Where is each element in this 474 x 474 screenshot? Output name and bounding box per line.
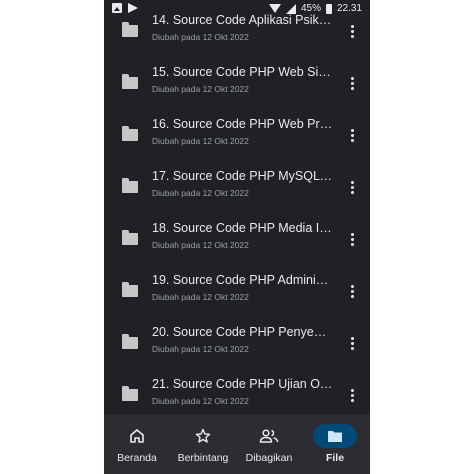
- nav-item-berbintang[interactable]: Berbintang: [170, 414, 236, 474]
- nav-label: Beranda: [117, 452, 157, 464]
- folder-icon: [313, 424, 357, 448]
- file-modified: Diubah pada 12 Okt 2022: [152, 188, 249, 198]
- folder-icon: [122, 386, 138, 401]
- more-options-icon[interactable]: [344, 281, 360, 301]
- more-options-icon[interactable]: [344, 21, 360, 41]
- folder-icon: [122, 22, 138, 37]
- home-icon: [115, 424, 159, 448]
- file-modified: Diubah pada 12 Okt 2022: [152, 136, 249, 146]
- file-name: 16. Source Code PHP Web Profil Sekolah: [152, 117, 334, 131]
- nav-item-dibagikan[interactable]: Dibagikan: [236, 414, 302, 474]
- folder-icon: [122, 178, 138, 193]
- status-bar: 45% 22.31: [104, 0, 370, 18]
- folder-icon: [122, 282, 138, 297]
- more-options-icon[interactable]: [344, 177, 360, 197]
- file-modified: Diubah pada 12 Okt 2022: [152, 240, 249, 250]
- folder-icon: [122, 74, 138, 89]
- nav-label: Dibagikan: [245, 452, 293, 464]
- folder-icon: [122, 230, 138, 245]
- nav-item-beranda[interactable]: Beranda: [104, 414, 170, 474]
- phone-screen: 14. Source Code Aplikasi Psikotes Diubah…: [104, 0, 370, 474]
- more-options-icon[interactable]: [344, 333, 360, 353]
- signal-icon: [285, 3, 296, 14]
- more-options-icon[interactable]: [344, 229, 360, 249]
- file-name: 17. Source Code PHP MySQL Koperasi: [152, 169, 334, 183]
- file-name: 19. Source Code PHP Administrasi: [152, 273, 334, 287]
- file-modified: Diubah pada 12 Okt 2022: [152, 344, 249, 354]
- more-options-icon[interactable]: [344, 125, 360, 145]
- image-icon: [112, 3, 122, 13]
- nav-label: File: [325, 452, 345, 464]
- file-modified: Diubah pada 12 Okt 2022: [152, 292, 249, 302]
- more-options-icon[interactable]: [344, 385, 360, 405]
- more-options-icon[interactable]: [344, 73, 360, 93]
- battery-icon: [325, 3, 332, 14]
- clock: 22.31: [336, 3, 362, 14]
- nav-label: Berbintang: [177, 452, 229, 464]
- file-row[interactable]: 16. Source Code PHP Web Profil Sekolah D…: [104, 108, 370, 160]
- folder-icon: [122, 126, 138, 141]
- file-modified: Diubah pada 12 Okt 2022: [152, 396, 249, 406]
- file-row[interactable]: 20. Source Code PHP Penyewaan Diubah pad…: [104, 316, 370, 368]
- nav-item-file[interactable]: File: [302, 414, 368, 474]
- star-icon: [181, 424, 225, 448]
- file-name: 18. Source Code PHP Media Informasi: [152, 221, 334, 235]
- file-name: 15. Source Code PHP Web Sistem: [152, 65, 334, 79]
- battery-percent: 45%: [300, 3, 321, 14]
- file-row[interactable]: 18. Source Code PHP Media Informasi Diub…: [104, 212, 370, 264]
- file-row[interactable]: 21. Source Code PHP Ujian Online Diubah …: [104, 368, 370, 420]
- folder-icon: [122, 334, 138, 349]
- send-icon: [128, 3, 138, 13]
- file-row[interactable]: 15. Source Code PHP Web Sistem Diubah pa…: [104, 56, 370, 108]
- people-icon: [247, 424, 291, 448]
- file-modified: Diubah pada 12 Okt 2022: [152, 32, 249, 42]
- file-modified: Diubah pada 12 Okt 2022: [152, 84, 249, 94]
- file-name: 21. Source Code PHP Ujian Online: [152, 377, 334, 391]
- file-name: 20. Source Code PHP Penyewaan: [152, 325, 334, 339]
- wifi-icon: [268, 4, 281, 13]
- file-row[interactable]: 19. Source Code PHP Administrasi Diubah …: [104, 264, 370, 316]
- bottom-navigation: Beranda Berbintang Dibagikan File: [104, 414, 370, 474]
- file-row[interactable]: 17. Source Code PHP MySQL Koperasi Diuba…: [104, 160, 370, 212]
